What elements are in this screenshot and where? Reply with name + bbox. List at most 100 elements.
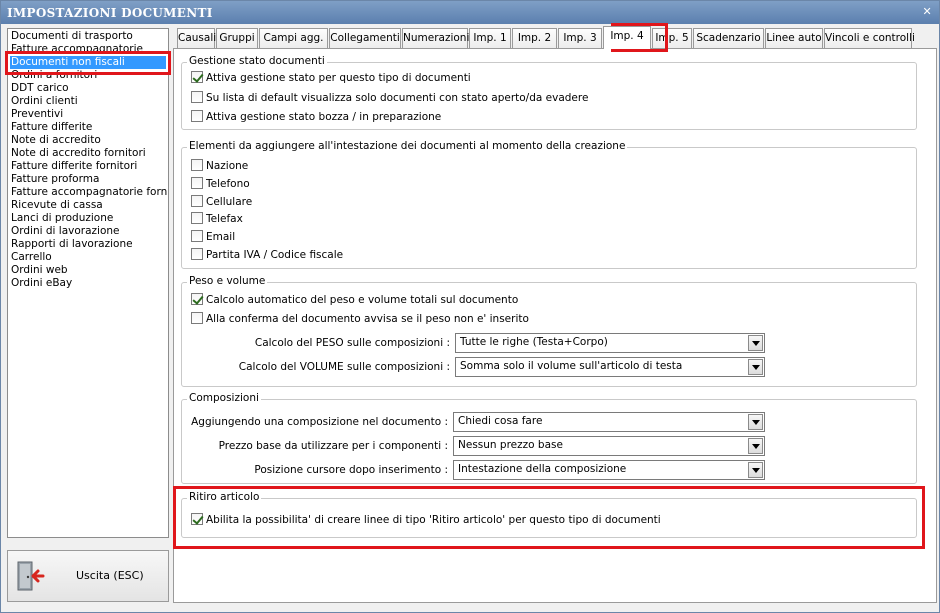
select-posizione-cursore[interactable]: Intestazione della composizione xyxy=(453,460,765,480)
label-posizione-cursore: Posizione cursore dopo inserimento : xyxy=(254,464,448,476)
tab-panel-imp4: Gestione stato documenti Attiva gestione… xyxy=(173,48,937,603)
checkbox-label: Alla conferma del documento avvisa se il… xyxy=(206,313,529,325)
checkbox-box xyxy=(191,312,203,324)
window-titlebar: IMPOSTAZIONI DOCUMENTI ✕ xyxy=(1,1,939,24)
close-icon[interactable]: ✕ xyxy=(922,5,932,18)
chevron-down-icon[interactable] xyxy=(748,462,763,478)
document-list-item[interactable]: Preventivi xyxy=(10,108,63,121)
document-list-item[interactable]: Fatture differite fornitori xyxy=(10,160,137,173)
exit-button[interactable]: Uscita (ESC) xyxy=(7,550,169,602)
checkbox-label: Calcolo automatico del peso e volume tot… xyxy=(206,294,519,306)
select-calcolo-volume[interactable]: Somma solo il volume sull'articolo di te… xyxy=(455,357,765,377)
checkbox-box xyxy=(191,177,203,189)
checkbox-avvisa-peso[interactable]: Alla conferma del documento avvisa se il… xyxy=(191,312,529,326)
select-calcolo-peso[interactable]: Tutte le righe (Testa+Corpo) xyxy=(455,333,765,353)
settings-tabs: Causali Gruppi Campi agg. Collegamenti Numer… xyxy=(173,26,937,603)
label-prezzo-base: Prezzo base da utilizzare per i componen… xyxy=(218,440,448,452)
select-value: Chiedi cosa fare xyxy=(458,415,543,427)
chevron-down-icon[interactable] xyxy=(748,438,763,454)
document-list-item[interactable]: Lanci di produzione xyxy=(10,212,113,225)
document-list-item[interactable]: Ordini di lavorazione xyxy=(10,225,120,238)
checkbox-label: Attiva gestione stato bozza / in prepara… xyxy=(206,111,442,123)
checkbox-box xyxy=(191,513,203,525)
exit-door-icon xyxy=(17,561,45,591)
group-title: Peso e volume xyxy=(187,275,268,287)
checkbox-solo-aperti[interactable]: Su lista di default visualizza solo docu… xyxy=(191,91,588,105)
checkbox-box xyxy=(191,195,203,207)
label-calcolo-peso: Calcolo del PESO sulle composizioni : xyxy=(254,337,450,349)
document-list-item[interactable]: Fatture proforma xyxy=(10,173,99,186)
checkbox-box xyxy=(191,230,203,242)
document-list-item[interactable]: Fatture differite xyxy=(10,121,92,134)
document-list-item[interactable]: Documenti non fiscali xyxy=(10,56,166,69)
select-aggiungendo-composizione[interactable]: Chiedi cosa fare xyxy=(453,412,765,432)
checkbox-label: Abilita la possibilita' di creare linee … xyxy=(206,514,661,526)
checkbox-label: Email xyxy=(206,231,236,243)
window-title: IMPOSTAZIONI DOCUMENTI xyxy=(7,6,213,20)
tab-imp-3[interactable]: Imp. 3 xyxy=(558,28,602,49)
select-value: Nessun prezzo base xyxy=(458,439,563,451)
group-composizioni: Composizioni Aggiungendo una composizion… xyxy=(181,392,917,484)
checkbox-box xyxy=(191,91,203,103)
document-list-item[interactable]: Fatture accompagnatorie xyxy=(10,43,143,56)
checkbox-email[interactable]: Email xyxy=(191,230,235,244)
select-prezzo-base[interactable]: Nessun prezzo base xyxy=(453,436,765,456)
document-list-item[interactable]: DDT carico xyxy=(10,82,69,95)
document-list-item[interactable]: Fatture accompagnatorie fornito xyxy=(10,186,168,199)
select-value: Tutte le righe (Testa+Corpo) xyxy=(460,336,608,348)
checkbox-box xyxy=(191,110,203,122)
document-list-item[interactable]: Ordini clienti xyxy=(10,95,78,108)
document-list-item[interactable]: Carrello xyxy=(10,251,52,264)
group-peso-volume: Peso e volume Calcolo automatico del pes… xyxy=(181,275,917,387)
checkbox-ritiro-articolo[interactable]: Abilita la possibilita' di creare linee … xyxy=(191,513,661,527)
document-list-item[interactable]: Ordini web xyxy=(10,264,68,277)
chevron-down-icon[interactable] xyxy=(748,335,763,351)
checkbox-label: Partita IVA / Codice fiscale xyxy=(206,249,344,261)
checkbox-nazione[interactable]: Nazione xyxy=(191,159,248,173)
checkbox-telefax[interactable]: Telefax xyxy=(191,212,243,226)
group-title: Elementi da aggiungere all'intestazione … xyxy=(187,140,628,152)
select-value: Somma solo il volume sull'articolo di te… xyxy=(460,360,683,372)
tab-collegamenti[interactable]: Collegamenti xyxy=(329,28,401,49)
checkbox-label: Cellulare xyxy=(206,196,253,208)
checkbox-box xyxy=(191,159,203,171)
chevron-down-icon[interactable] xyxy=(748,414,763,430)
tab-imp-5[interactable]: Imp. 5 xyxy=(652,28,692,49)
checkbox-cellulare[interactable]: Cellulare xyxy=(191,195,252,209)
tab-gruppi[interactable]: Gruppi xyxy=(216,28,258,49)
document-list-item[interactable]: Note di accredito xyxy=(10,134,101,147)
tab-campi-agg[interactable]: Campi agg. xyxy=(259,28,328,49)
label-aggiungendo-composizione: Aggiungendo una composizione nel documen… xyxy=(191,416,448,428)
document-list-item[interactable]: Documenti di trasporto xyxy=(10,30,133,43)
chevron-down-icon[interactable] xyxy=(748,359,763,375)
checkbox-label: Su lista di default visualizza solo docu… xyxy=(206,92,589,104)
tab-scadenzario[interactable]: Scadenzario xyxy=(693,28,764,49)
checkbox-attiva-gestione-stato[interactable]: Attiva gestione stato per questo tipo di… xyxy=(191,71,471,85)
tab-imp-4[interactable]: Imp. 4 xyxy=(603,26,651,49)
checkbox-partita-iva[interactable]: Partita IVA / Codice fiscale xyxy=(191,248,343,262)
label-calcolo-volume: Calcolo del VOLUME sulle composizioni : xyxy=(238,361,450,373)
tab-causali[interactable]: Causali xyxy=(177,28,216,49)
group-title: Gestione stato documenti xyxy=(187,55,327,67)
group-title: Ritiro articolo xyxy=(187,491,262,503)
checkbox-box xyxy=(191,212,203,224)
checkbox-label: Telefono xyxy=(206,178,250,190)
tab-vincoli-e-controlli[interactable]: Vincoli e controlli xyxy=(824,28,915,49)
checkbox-telefono[interactable]: Telefono xyxy=(191,177,250,191)
group-intestazione: Elementi da aggiungere all'intestazione … xyxy=(181,140,917,269)
tab-imp-1[interactable]: Imp. 1 xyxy=(469,28,511,49)
document-list-item[interactable]: Note di accredito fornitori xyxy=(10,147,146,160)
document-list-item[interactable]: Ordini eBay xyxy=(10,277,72,290)
settings-window: IMPOSTAZIONI DOCUMENTI ✕ Documenti di tr… xyxy=(0,0,940,613)
tab-linee-auto[interactable]: Linee auto xyxy=(765,28,823,49)
document-list-item[interactable]: Ricevute di cassa xyxy=(10,199,103,212)
tab-numerazioni[interactable]: Numerazioni xyxy=(402,28,469,49)
checkbox-stato-bozza[interactable]: Attiva gestione stato bozza / in prepara… xyxy=(191,110,441,124)
document-list-item[interactable]: Rapporti di lavorazione xyxy=(10,238,133,251)
document-list-item[interactable]: Ordini a fornitori xyxy=(10,69,97,82)
checkbox-label: Nazione xyxy=(206,160,249,172)
checkbox-calcolo-automatico[interactable]: Calcolo automatico del peso e volume tot… xyxy=(191,293,518,307)
document-type-list[interactable]: Documenti di trasporto Fatture accompagna… xyxy=(7,28,169,538)
group-title: Composizioni xyxy=(187,392,261,404)
tab-imp-2[interactable]: Imp. 2 xyxy=(512,28,557,49)
